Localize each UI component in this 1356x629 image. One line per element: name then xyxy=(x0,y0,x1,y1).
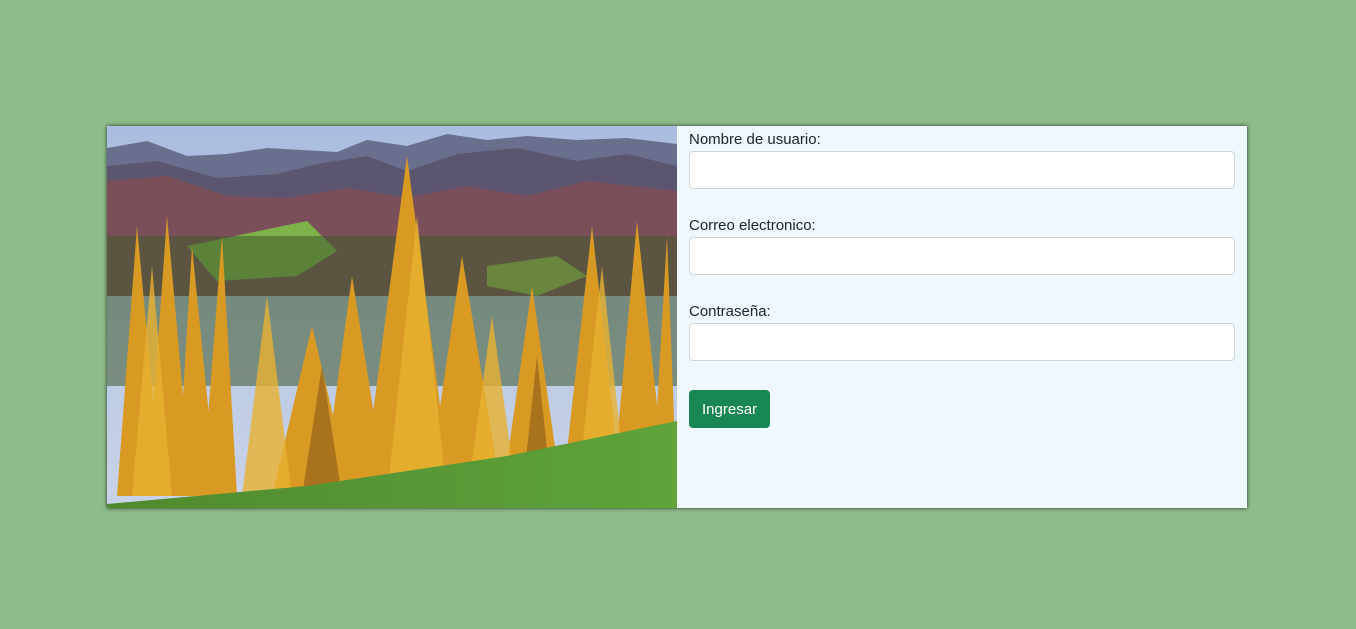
email-group: Correo electronico: xyxy=(689,217,1235,275)
login-form: Nombre de usuario: Correo electronico: C… xyxy=(677,126,1247,508)
email-label: Correo electronico: xyxy=(689,217,816,234)
ingresar-button[interactable]: Ingresar xyxy=(689,390,771,428)
login-card: Nombre de usuario: Correo electronico: C… xyxy=(107,126,1247,508)
password-input[interactable] xyxy=(689,323,1235,361)
password-group: Contraseña: xyxy=(689,303,1235,361)
password-label: Contraseña: xyxy=(689,303,771,320)
username-label: Nombre de usuario: xyxy=(689,131,821,148)
landscape-image xyxy=(107,126,677,508)
email-input[interactable] xyxy=(689,237,1235,275)
username-input[interactable] xyxy=(689,151,1235,189)
username-group: Nombre de usuario: xyxy=(689,131,1235,189)
